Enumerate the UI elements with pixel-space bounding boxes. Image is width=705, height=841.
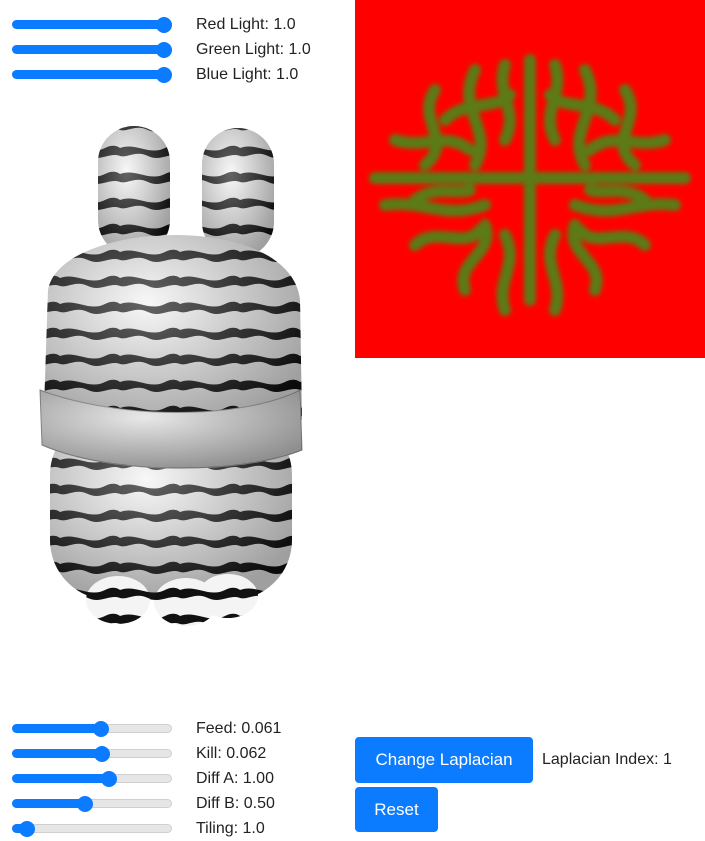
zebra-bunny-3d-view[interactable]: [0, 90, 354, 650]
blue-light-slider[interactable]: [12, 62, 172, 87]
green-light-label: Green Light: 1.0: [196, 41, 311, 58]
diff-b-label: Diff B: 0.50: [196, 795, 275, 812]
tiling-label: Tiling: 1.0: [196, 820, 265, 837]
green-light-slider-row: Green Light: 1.0: [12, 37, 311, 62]
red-light-slider-row: Red Light: 1.0: [12, 12, 296, 37]
bunny-head: [44, 235, 302, 431]
slider-thumb[interactable]: [94, 746, 111, 762]
red-light-slider[interactable]: [12, 12, 172, 37]
slider-fill: [12, 774, 110, 783]
slider-fill: [12, 45, 164, 54]
slider-fill: [12, 799, 85, 808]
slider-track: [12, 824, 172, 833]
blue-light-slider-row: Blue Light: 1.0: [12, 62, 298, 87]
reset-button[interactable]: Reset: [355, 787, 438, 832]
reaction-diffusion-canvas[interactable]: [355, 0, 705, 358]
slider-thumb[interactable]: [92, 721, 109, 737]
kill-slider[interactable]: [12, 741, 172, 766]
tiling-slider[interactable]: [12, 816, 172, 841]
feed-slider-row: Feed: 0.061: [12, 716, 281, 741]
feed-slider[interactable]: [12, 716, 172, 741]
laplacian-index-label: Laplacian Index: 1: [542, 751, 672, 768]
slider-fill: [12, 70, 164, 79]
kill-slider-row: Kill: 0.062: [12, 741, 266, 766]
diff-a-label: Diff A: 1.00: [196, 770, 274, 787]
diff-b-slider[interactable]: [12, 791, 172, 816]
slider-thumb[interactable]: [156, 42, 172, 58]
slider-thumb[interactable]: [156, 17, 172, 33]
slider-thumb[interactable]: [101, 771, 118, 787]
slider-fill: [12, 749, 103, 758]
feed-label: Feed: 0.061: [196, 720, 282, 737]
kill-label: Kill: 0.062: [196, 745, 267, 762]
slider-thumb[interactable]: [76, 796, 93, 812]
change-laplacian-button[interactable]: Change Laplacian: [355, 737, 533, 783]
red-light-label: Red Light: 1.0: [196, 16, 296, 33]
slider-thumb[interactable]: [19, 821, 36, 837]
diff-b-slider-row: Diff B: 0.50: [12, 791, 275, 816]
diff-a-slider-row: Diff A: 1.00: [12, 766, 274, 791]
slider-fill: [12, 20, 164, 29]
slider-fill: [12, 724, 101, 733]
slider-thumb[interactable]: [156, 67, 172, 83]
bunny-feet: [86, 574, 258, 626]
blue-light-label: Blue Light: 1.0: [196, 66, 299, 83]
diff-a-slider[interactable]: [12, 766, 172, 791]
tiling-slider-row: Tiling: 1.0: [12, 816, 265, 841]
green-light-slider[interactable]: [12, 37, 172, 62]
